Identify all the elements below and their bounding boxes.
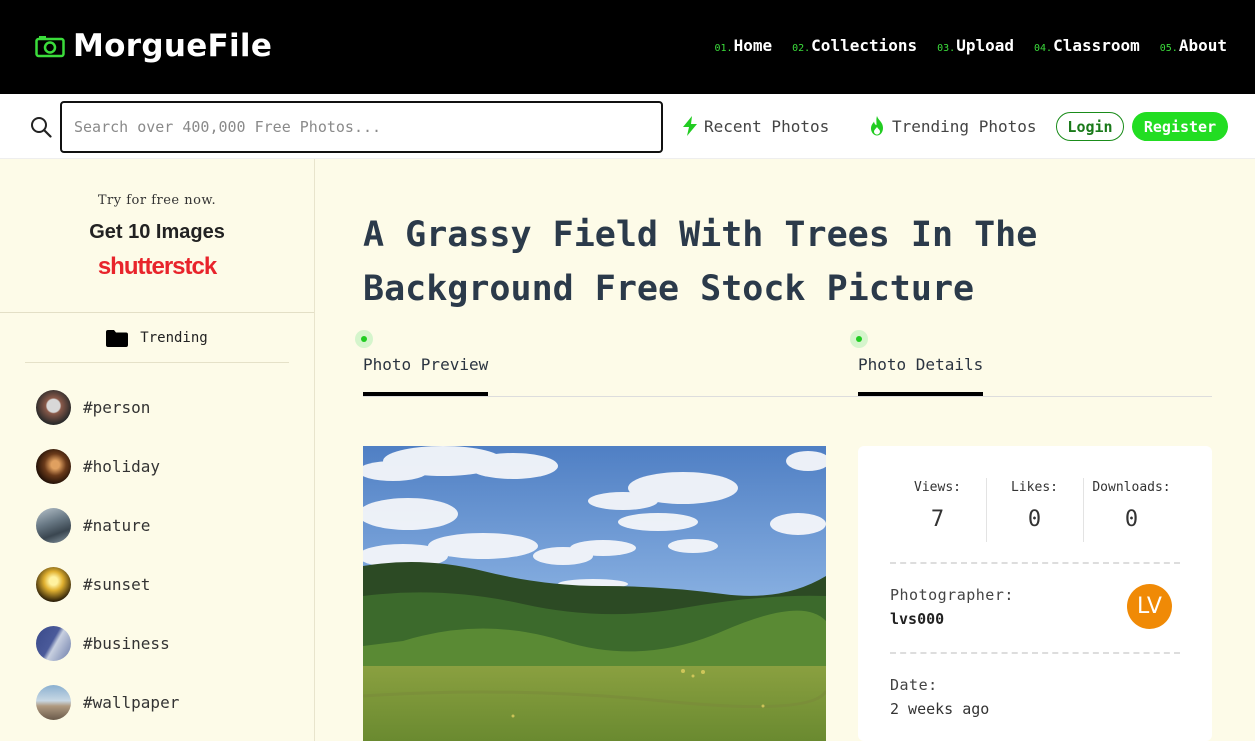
tab-photo-preview[interactable]: Photo Preview [355,330,489,396]
folder-icon [106,330,129,347]
date-value: 2 weeks ago [890,700,990,718]
tag-nature[interactable]: #nature [36,508,150,543]
promo-headline: Get 10 Images [89,221,225,243]
trending-label: Trending [140,330,208,346]
recent-photos-label: Recent Photos [704,116,830,136]
date-label: Date: [890,676,938,694]
top-header: MorgueFile 01. Home 02. Collections 03. Upl… [0,0,1255,94]
trending-header: Trending [25,323,289,363]
tag-label: #person [83,398,151,417]
photo-details-card: Views: 7 Likes: 0 Downloads: 0 Photograp… [858,446,1212,741]
likes-stat: Likes: 0 [986,480,1083,532]
photo-preview[interactable] [363,446,826,741]
dashed-divider [890,652,1180,654]
tab-label: Photo Details [858,355,984,396]
camera-icon [35,36,65,58]
grassy-field-photo [363,446,826,741]
shutterstock-logo: shutterstck [97,253,217,280]
search-input[interactable] [60,101,663,153]
photographer-name[interactable]: lvs000 [890,610,944,628]
register-button[interactable]: Register [1132,112,1228,141]
views-value: 7 [930,507,945,532]
nav-number: 05. [1159,43,1178,54]
login-button[interactable]: Login [1056,112,1124,141]
nav-collections[interactable]: 02. Collections [792,36,917,55]
tag-thumbnail [36,390,71,425]
nav-label: About [1178,36,1227,55]
nav-label: Upload [956,36,1014,55]
tag-business[interactable]: #business [36,626,170,661]
likes-value: 0 [1027,507,1042,532]
promo-tagline: Try for free now. [97,193,217,208]
recent-photos-link[interactable]: Recent Photos [682,116,829,136]
tag-label: #business [83,634,170,653]
tag-wallpaper[interactable]: #wallpaper [36,685,179,720]
tag-label: #sunset [83,575,151,594]
trending-photos-link[interactable]: Trending Photos [868,116,1037,136]
tag-label: #wallpaper [83,693,180,712]
nav-about[interactable]: 05. About [1160,36,1227,55]
dashed-divider [890,562,1180,564]
tag-label: #holiday [83,457,161,476]
nav-home[interactable]: 01. Home [715,36,773,55]
page-title: A Grassy Field With Trees In The Backgro… [363,215,1038,309]
nav-upload[interactable]: 03. Upload [937,36,1014,55]
nav-label: Home [733,36,773,55]
tab-dot-icon [355,330,373,348]
tag-holiday[interactable]: #holiday [36,449,160,484]
search-icon[interactable] [30,116,52,138]
nav-number: 02. [792,43,811,54]
downloads-stat: Downloads: 0 [1083,480,1180,532]
photographer-label: Photographer: [890,586,1014,604]
downloads-value: 0 [1124,507,1139,532]
tag-thumbnail [36,685,71,720]
tag-thumbnail [36,567,71,602]
tag-thumbnail [36,626,71,661]
logo[interactable]: MorgueFile [35,28,272,64]
tab-photo-details[interactable]: Photo Details [850,330,984,396]
tab-dot-icon [850,330,868,348]
nav-number: 04. [1034,43,1053,54]
fire-icon [871,116,883,136]
likes-label: Likes: [1011,480,1058,495]
main-nav: 01. Home 02. Collections 03. Upload 04. Clas… [715,36,1227,55]
nav-label: Classroom [1053,36,1140,55]
trending-photos-label: Trending Photos [892,116,1037,136]
views-stat: Views: 7 [889,480,986,532]
search-bar: Recent Photos Trending Photos Login Regi… [0,94,1255,159]
lightning-icon [683,116,697,136]
tab-label: Photo Preview [363,355,489,396]
tag-thumbnail [36,508,71,543]
logo-text: MorgueFile [73,28,273,64]
views-label: Views: [914,480,961,495]
nav-number: 01. [714,43,733,54]
tabs-divider [363,396,1212,397]
shutterstock-promo[interactable]: Try for free now. Get 10 Images shutters… [0,159,314,313]
tag-label: #nature [83,516,151,535]
tag-person[interactable]: #person [36,390,150,425]
tag-thumbnail [36,449,71,484]
tag-sunset[interactable]: #sunset [36,567,150,602]
nav-classroom[interactable]: 04. Classroom [1034,36,1140,55]
avatar[interactable]: LV [1127,584,1172,629]
nav-label: Collections [811,36,918,55]
sidebar: Try for free now. Get 10 Images shutters… [0,159,315,741]
downloads-label: Downloads: [1092,480,1171,495]
nav-number: 03. [937,43,956,54]
